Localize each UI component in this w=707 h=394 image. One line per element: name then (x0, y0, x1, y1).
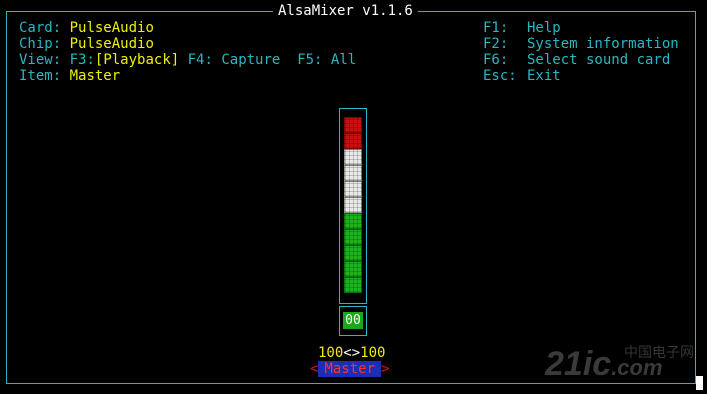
volume-bar-cell (344, 213, 362, 229)
key-desc: Select sound card (527, 52, 671, 68)
window-title: AlsaMixer v1.1.6 (273, 3, 418, 19)
volume-slider[interactable] (339, 108, 367, 304)
view-label: View: (19, 52, 62, 68)
view-f3-key[interactable]: F3: (70, 52, 95, 68)
volume-bar-cell (344, 133, 362, 149)
key-help[interactable]: F1: Help (483, 20, 679, 36)
key-desc: System information (527, 36, 679, 52)
view-row: View: F3:[Playback] F4: Capture F5: All (19, 52, 356, 68)
volume-bar-cell (344, 245, 362, 261)
volume-bar-cell (344, 165, 362, 181)
mute-toggle-box[interactable]: 00 (339, 306, 367, 336)
keys-panel: F1: Help F2: System information F6: Select … (483, 20, 679, 84)
card-value: PulseAudio (69, 20, 154, 36)
chip-value: PulseAudio (69, 36, 154, 52)
key-system-info[interactable]: F2: System information (483, 36, 679, 52)
volume-bar-cell (344, 181, 362, 197)
volume-bar-cell (344, 117, 362, 133)
chip-label: Chip: (19, 36, 62, 52)
channel-label[interactable]: < Master > (310, 361, 389, 377)
volume-right: 100 (360, 345, 386, 361)
volume-bar-cell (344, 229, 362, 245)
terminal-cursor (696, 376, 703, 390)
item-value: Master (69, 68, 121, 84)
info-panel: Card: PulseAudio Chip: PulseAudio View: … (19, 20, 356, 84)
watermark-site: 中国电子网 (624, 344, 694, 360)
card-row: Card: PulseAudio (19, 20, 356, 36)
volume-bar-cell (344, 277, 362, 293)
volume-readout: 100<>100 (318, 345, 385, 361)
chevron-right-icon: > (381, 361, 390, 377)
volume-arrows: <> (343, 345, 361, 361)
key-label: F1: (483, 20, 509, 36)
volume-left: 100 (318, 345, 344, 361)
chip-row: Chip: PulseAudio (19, 36, 356, 52)
view-playback-tab[interactable]: [Playback] (95, 52, 179, 68)
volume-bar-cell (344, 261, 362, 277)
key-desc: Help (527, 20, 561, 36)
view-other-tabs[interactable]: F4: Capture F5: All (179, 52, 357, 68)
key-label: F2: (483, 36, 509, 52)
volume-bar-cell (344, 197, 362, 213)
item-row: Item: Master (19, 68, 356, 84)
key-desc: Exit (527, 68, 561, 84)
key-select-card[interactable]: F6: Select sound card (483, 52, 679, 68)
key-exit[interactable]: Esc: Exit (483, 68, 679, 84)
volume-bar-cell (344, 149, 362, 165)
volume-level-bar (344, 117, 362, 293)
key-label: F6: (483, 52, 509, 68)
card-label: Card: (19, 20, 62, 36)
channel-name: Master (318, 361, 382, 377)
key-label: Esc: (483, 68, 517, 84)
mute-state[interactable]: 00 (343, 312, 363, 329)
item-label: Item: (19, 68, 62, 84)
